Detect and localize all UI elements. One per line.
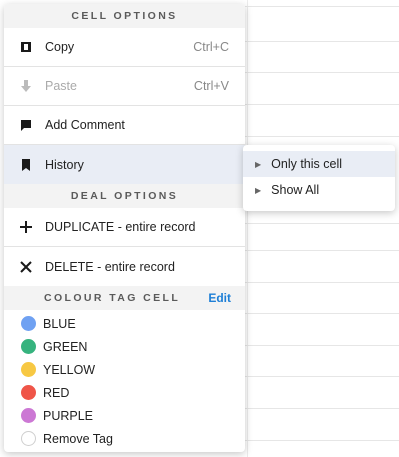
submenu-item-label: Only this cell [271,157,343,171]
tag-label: BLUE [43,316,76,331]
grid-column-line [247,0,248,457]
bookmark-icon [19,158,33,172]
grid-row-line [245,104,399,105]
purple-dot-icon [21,408,36,423]
tag-remove[interactable]: Remove Tag [4,427,245,450]
paste-menu-item[interactable]: Paste Ctrl+V [4,67,245,106]
paste-shortcut: Ctrl+V [193,79,229,93]
triangle-right-icon: ▶ [255,159,262,169]
comment-icon [19,118,33,132]
paste-icon [19,79,33,93]
tag-label: RED [43,385,70,400]
tag-blue[interactable]: BLUE [4,312,245,335]
grid-row-line [245,440,399,441]
green-dot-icon [21,339,36,354]
grid-row-line [245,41,399,42]
submenu-item-show-all[interactable]: ▶ Show All [243,177,395,203]
grid-row-line [245,136,399,137]
close-icon [19,260,33,274]
yellow-dot-icon [21,362,36,377]
tag-red[interactable]: RED [4,381,245,404]
red-dot-icon [21,385,36,400]
delete-label: DELETE - entire record [45,259,175,274]
deal-options-header: DEAL OPTIONS [4,184,245,208]
submenu-item-only-this-cell[interactable]: ▶ Only this cell [243,151,395,177]
copy-shortcut: Ctrl+C [193,40,229,54]
grid-row-line [245,376,399,377]
add-comment-menu-item[interactable]: Add Comment [4,106,245,145]
grid-row-line [245,345,399,346]
tag-green[interactable]: GREEN [4,335,245,358]
colour-tag-title: COLOUR TAG CELL [44,292,181,304]
copy-icon [19,40,33,54]
submenu-item-label: Show All [271,183,320,197]
edit-tags-link[interactable]: Edit [208,291,231,305]
tag-label: Remove Tag [43,431,113,446]
duplicate-menu-item[interactable]: DUPLICATE - entire record [4,208,245,247]
delete-menu-item[interactable]: DELETE - entire record [4,247,245,286]
copy-menu-item[interactable]: Copy Ctrl+C [4,28,245,67]
tag-label: GREEN [43,339,88,354]
colour-tag-list: BLUE GREEN YELLOW RED PURPLE Remove Tag [4,310,245,450]
grid-row-line [245,6,399,7]
tag-label: PURPLE [43,408,94,423]
cell-options-header: CELL OPTIONS [4,4,245,28]
copy-label: Copy [45,40,75,54]
tag-yellow[interactable]: YELLOW [4,358,245,381]
grid-row-line [245,408,399,409]
history-label: History [45,157,84,172]
add-comment-label: Add Comment [45,118,125,132]
context-menu: CELL OPTIONS Copy Ctrl+C Paste Ctrl+V Ad… [4,4,245,452]
tag-purple[interactable]: PURPLE [4,404,245,427]
grid-row-line [245,250,399,251]
triangle-right-icon: ▶ [255,185,262,195]
history-menu-item[interactable]: History [4,145,245,184]
duplicate-label: DUPLICATE - entire record [45,220,196,234]
tag-label: YELLOW [43,362,96,377]
colour-tag-header: COLOUR TAG CELL Edit [4,286,245,310]
empty-dot-icon [21,431,36,446]
grid-row-line [245,72,399,73]
grid-row-line [245,282,399,283]
paste-label: Paste [45,79,77,93]
history-submenu: ▶ Only this cell ▶ Show All [243,145,395,211]
blue-dot-icon [21,316,36,331]
plus-icon [19,220,33,234]
grid-row-line [245,223,399,224]
grid-row-line [245,313,399,314]
